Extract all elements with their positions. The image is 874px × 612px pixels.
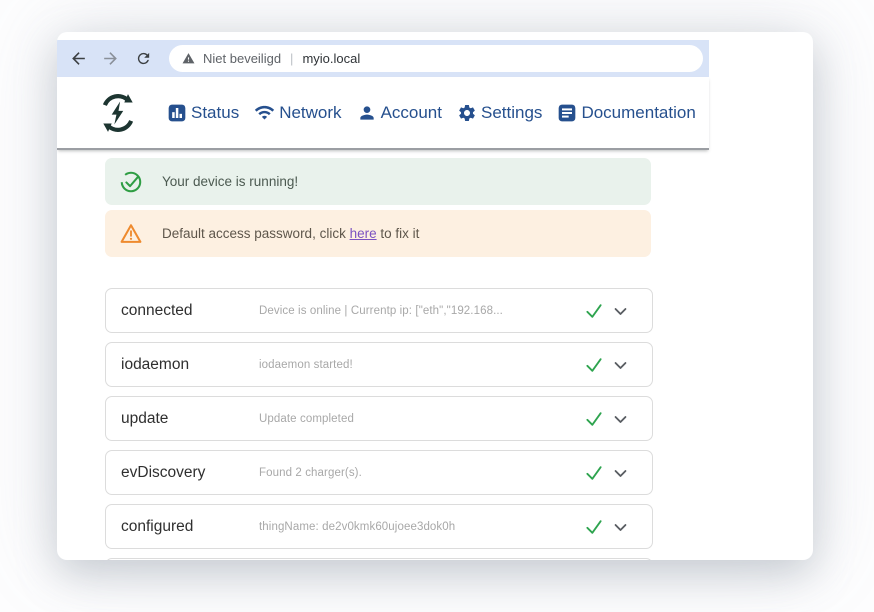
check-icon <box>584 301 604 326</box>
nav-label: Documentation <box>581 103 695 123</box>
row-name: evDiscovery <box>121 464 259 482</box>
address-bar[interactable]: Niet beveiligd | myio.local <box>169 45 703 72</box>
nav-item-settings[interactable]: Settings <box>457 103 542 123</box>
warning-alert-text: Default access password, click here to f… <box>162 226 419 241</box>
row-name: iodaemon <box>121 356 259 374</box>
status-row-update[interactable]: update Update completed <box>105 396 653 441</box>
chevron-down-icon[interactable] <box>612 465 629 487</box>
row-detail: iodaemon started! <box>259 359 353 371</box>
bar-chart-icon <box>167 103 187 123</box>
nav-label: Settings <box>481 103 542 123</box>
address-url[interactable]: myio.local <box>302 51 360 66</box>
nav-item-network[interactable]: Network <box>254 102 341 123</box>
row-name: configured <box>121 518 259 536</box>
warning-text-before: Default access password, click <box>162 226 350 241</box>
person-icon <box>357 103 377 123</box>
row-name: connected <box>121 302 259 320</box>
row-detail: thingName: de2v0kmk60ujoee3dok0h <box>259 521 455 533</box>
back-icon[interactable] <box>65 46 91 72</box>
chevron-down-icon[interactable] <box>612 357 629 379</box>
security-label[interactable]: Niet beveiligd <box>203 51 281 66</box>
status-row-partial[interactable] <box>105 558 653 560</box>
document-icon <box>557 103 577 123</box>
row-detail: Update completed <box>259 413 354 425</box>
check-icon <box>584 463 604 488</box>
nav-label: Network <box>279 103 341 123</box>
circular-arrows-bolt-logo[interactable] <box>97 91 139 135</box>
nav-label: Status <box>191 103 239 123</box>
warning-text-after: to fix it <box>377 226 420 241</box>
nav-label: Account <box>381 103 442 123</box>
gear-icon <box>457 103 477 123</box>
not-secure-warning-icon <box>182 52 195 65</box>
nav-item-status[interactable]: Status <box>167 103 239 123</box>
fix-password-link[interactable]: here <box>350 226 377 241</box>
success-alert: Your device is running! <box>105 158 651 205</box>
success-alert-text: Your device is running! <box>162 174 298 189</box>
check-icon <box>584 517 604 542</box>
forward-icon[interactable] <box>97 46 123 72</box>
wifi-icon <box>254 102 275 123</box>
row-detail: Found 2 charger(s). <box>259 467 362 479</box>
warning-triangle-icon <box>119 222 143 246</box>
row-detail: Device is online | Currentp ip: ["eth","… <box>259 305 503 317</box>
row-name: update <box>121 410 259 428</box>
check-icon <box>584 409 604 434</box>
browser-window: Niet beveiligd | myio.local <box>57 32 813 560</box>
nav-item-account[interactable]: Account <box>357 103 442 123</box>
nav-items: Status Network Account Settings <box>167 102 696 123</box>
status-row-evdiscovery[interactable]: evDiscovery Found 2 charger(s). <box>105 450 653 495</box>
check-circle-icon <box>119 170 143 194</box>
status-row-configured[interactable]: configured thingName: de2v0kmk60ujoee3do… <box>105 504 653 549</box>
status-row-connected[interactable]: connected Device is online | Currentp ip… <box>105 288 653 333</box>
app-navbar: Status Network Account Settings <box>57 77 709 150</box>
warning-alert: Default access password, click here to f… <box>105 210 651 257</box>
reload-icon[interactable] <box>130 46 156 72</box>
check-icon <box>584 355 604 380</box>
status-row-iodaemon[interactable]: iodaemon iodaemon started! <box>105 342 653 387</box>
browser-toolbar: Niet beveiligd | myio.local <box>57 40 709 77</box>
chevron-down-icon[interactable] <box>612 411 629 433</box>
address-separator: | <box>290 51 293 66</box>
nav-item-documentation[interactable]: Documentation <box>557 103 695 123</box>
chevron-down-icon[interactable] <box>612 303 629 325</box>
chevron-down-icon[interactable] <box>612 519 629 541</box>
